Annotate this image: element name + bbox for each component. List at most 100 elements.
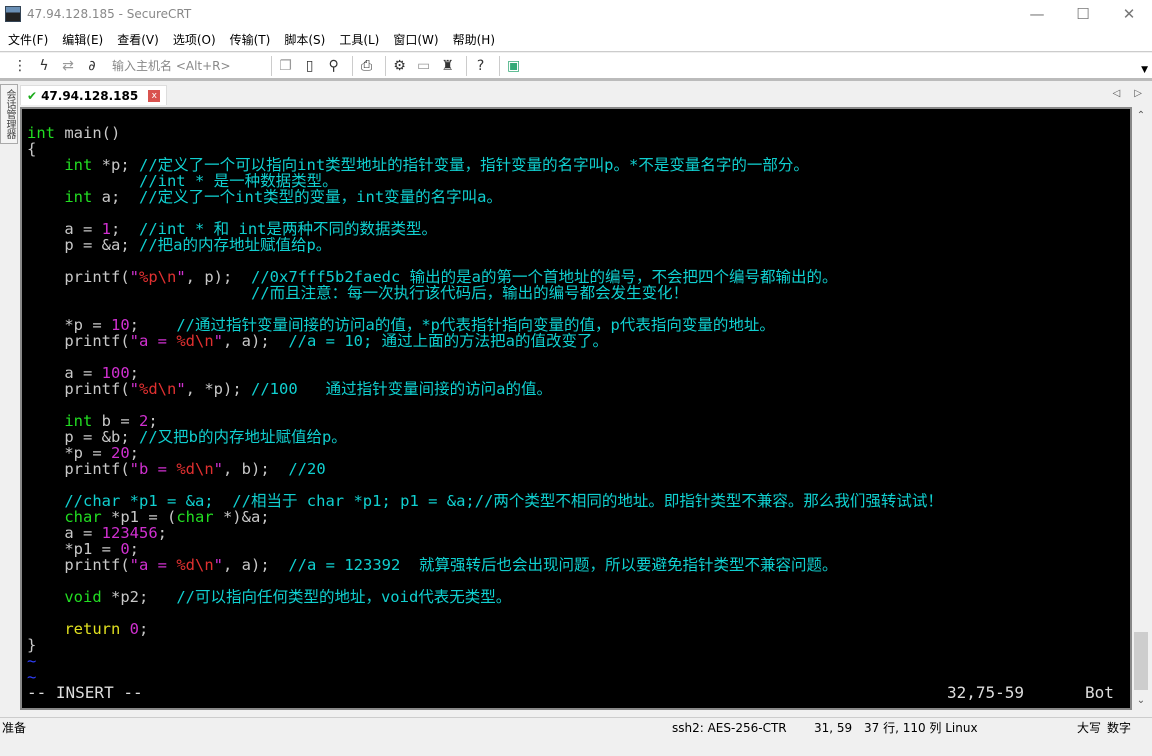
code-token: " <box>213 332 223 350</box>
toolbar-dropdown-icon[interactable]: ▼ <box>1141 63 1148 77</box>
session-tab[interactable]: ✔ 47.94.128.185 x <box>20 85 168 105</box>
paste-icon[interactable]: ▯ <box>300 56 320 76</box>
code-token: printf( <box>27 556 130 574</box>
keymap-icon[interactable]: ▭ <box>414 56 434 76</box>
menu-bar: 文件(F) 编辑(E) 查看(V) 选项(O) 传输(T) 脚本(S) 工具(L… <box>0 28 1152 52</box>
code-token: , *p); <box>185 380 251 398</box>
code-line: char *p1 = (char *)&a; <box>27 509 943 525</box>
status-bar: 准备 ssh2: AES-256-CTR 31, 59 37 行, 110 列 … <box>0 717 1152 737</box>
key-icon[interactable]: ♜ <box>438 56 458 76</box>
code-line: //而且注意：每一次执行该代码后，输出的编号都会发生变化！ <box>27 285 943 301</box>
copy-icon[interactable]: ❐ <box>276 56 296 76</box>
disconnect-icon[interactable]: ∂ <box>82 56 102 76</box>
scroll-up-icon[interactable]: ⌃ <box>1132 107 1150 125</box>
securecrt-app-icon <box>5 6 21 22</box>
code-token: " <box>176 380 186 398</box>
code-token: return <box>64 620 121 638</box>
menu-file[interactable]: 文件(F) <box>8 33 48 47</box>
status-caps: 大写 <box>1077 721 1102 735</box>
close-tab-button[interactable]: x <box>148 89 161 102</box>
code-token: *p2; <box>101 588 177 606</box>
code-line: int main() <box>27 125 943 141</box>
help-icon[interactable]: ? <box>471 56 491 76</box>
code-line: printf("a = %d\n", a); //a = 10; 通过上面的方法… <box>27 333 943 349</box>
code-line: } <box>27 637 943 653</box>
menu-options[interactable]: 选项(O) <box>173 33 216 47</box>
code-token: *)&a; <box>213 508 270 526</box>
terminal[interactable]: int main(){ int *p; //定义了一个可以指向int类型地址的指… <box>20 107 1132 710</box>
code-line: a = 123456; <box>27 525 943 541</box>
minimize-button[interactable]: — <box>1014 0 1060 28</box>
window-title: 47.94.128.185 - SecureCRT <box>27 7 192 21</box>
code-line: void *p2; //可以指向任何类型的地址，void代表无类型。 <box>27 589 943 605</box>
scroll-down-icon[interactable]: ⌄ <box>1132 692 1150 710</box>
code-token: , a); <box>223 332 289 350</box>
code-line: ~ <box>27 669 943 685</box>
close-button[interactable]: ✕ <box>1106 0 1152 28</box>
code-token: //可以指向任何类型的地址，void代表无类型。 <box>176 588 512 606</box>
scrollbar-thumb[interactable] <box>1134 632 1148 690</box>
sftp-icon[interactable]: ▣ <box>504 56 524 76</box>
reconnect-icon[interactable]: ⇄ <box>58 56 78 76</box>
code-token: printf( <box>27 380 130 398</box>
code-token: //a = 10; 通过上面的方法把a的值改变了。 <box>288 332 608 350</box>
code-token: //a = 123392 就算强转后也会出现问题，所以要避免指针类型不兼容问题。 <box>288 556 838 574</box>
print-icon[interactable]: ⎙ <box>357 56 377 76</box>
lightning-icon[interactable]: ϟ <box>34 56 54 76</box>
code-token: char <box>176 508 214 526</box>
code-line: int *p; //定义了一个可以指向int类型地址的指针变量，指针变量的名字叫… <box>27 157 943 173</box>
code-token: printf( <box>27 460 130 478</box>
code-token: ; <box>157 524 167 542</box>
code-token: //100 通过指针变量间接的访问a的值。 <box>251 380 552 398</box>
code-token: //而且注意：每一次执行该代码后，输出的编号都会发生变化！ <box>27 284 689 302</box>
tab-next-icon[interactable]: ▷ <box>1134 87 1142 101</box>
code-line: *p = 10; //通过指针变量间接的访问a的值，*p代表指针指向变量的值，p… <box>27 317 943 333</box>
menu-window[interactable]: 窗口(W) <box>393 33 438 47</box>
code-line: *p = 20; <box>27 445 943 461</box>
code-line: printf("%p\n", p); //0x7fff5b2faedc 输出的是… <box>27 269 943 285</box>
code-line: a = 100; <box>27 365 943 381</box>
host-input[interactable]: 输入主机名 <Alt+R> <box>112 59 231 73</box>
menu-script[interactable]: 脚本(S) <box>284 33 325 47</box>
status-cursor: 31, 59 <box>814 721 853 735</box>
code-line: a = 1; //int * 和 int是两种不同的数据类型。 <box>27 221 943 237</box>
divider <box>270 55 272 76</box>
find-icon[interactable]: ⚲ <box>324 56 344 76</box>
code-line: //int * 是一种数据类型。 <box>27 173 943 189</box>
code-token: //又把b的内存地址赋值给p。 <box>138 428 347 446</box>
menu-transfer[interactable]: 传输(T) <box>230 33 271 47</box>
connect-bar-icon[interactable]: ⋮ <box>10 56 30 76</box>
tab-prev-icon[interactable]: ◁ <box>1113 87 1121 101</box>
menu-tools[interactable]: 工具(L) <box>339 33 379 47</box>
settings-icon[interactable]: ⚙ <box>390 56 410 76</box>
status-cipher: ssh2: AES-256-CTR <box>672 721 787 735</box>
divider <box>384 55 386 76</box>
code-line: p = &a; //把a的内存地址赋值给p。 <box>27 237 943 253</box>
code-token: 0 <box>129 620 140 638</box>
session-manager-tab[interactable]: 会话管理器 <box>0 84 18 144</box>
vertical-scrollbar[interactable]: ⌃ ⌄ <box>1132 107 1150 710</box>
code-token: %d\n <box>176 556 214 574</box>
code-line: int b = 2; <box>27 413 943 429</box>
menu-help[interactable]: 帮助(H) <box>453 33 495 47</box>
status-num: 数字 <box>1107 721 1132 735</box>
code-token: %d\n <box>176 460 214 478</box>
code-line: return 0; <box>27 621 943 637</box>
code-line: ~ <box>27 653 943 669</box>
code-line: printf("%d\n", *p); //100 通过指针变量间接的访问a的值… <box>27 381 943 397</box>
code-token: " <box>213 556 223 574</box>
maximize-button[interactable]: ☐ <box>1060 0 1106 28</box>
code-line: //char *p1 = &a; //相当于 char *p1; p1 = &a… <box>27 493 943 509</box>
code-token: , a); <box>223 556 289 574</box>
vim-cursor-position: 32,75-59 <box>947 683 1025 702</box>
code-token: a; <box>92 188 139 206</box>
menu-view[interactable]: 查看(V) <box>117 33 159 47</box>
menu-edit[interactable]: 编辑(E) <box>62 33 103 47</box>
